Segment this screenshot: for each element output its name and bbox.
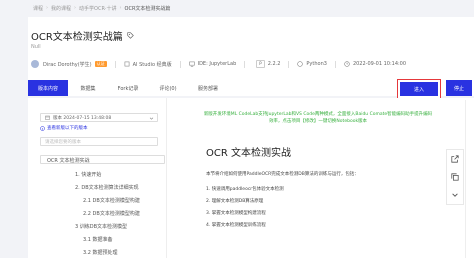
project-header: OCR文本检测实战篇 Null Dirac Dorothy(学生) 认证 AI … (28, 17, 474, 80)
copy-icon[interactable] (451, 173, 459, 181)
info-icon (40, 125, 45, 131)
env-info: AI Studio 经典版 (124, 61, 172, 68)
monitor-icon (188, 61, 195, 67)
breadcrumb-current: OCR文本检测实战篇 (124, 5, 171, 12)
breadcrumb-separator: › (46, 5, 49, 11)
chevron-down-icon[interactable] (451, 191, 459, 199)
doc-list-item: 1. 快速调用paddleocr包体验文本检测 (206, 187, 284, 192)
doc-intro: 本节将介绍如何使用PaddleOCR完成文本检测DB算法的训练与运行，包括： (206, 172, 359, 177)
stop-button[interactable]: 停止 (446, 80, 472, 96)
breadcrumb: 课程 › 我的课程 › 动手学OCR·十讲 › OCR文本检测实战篇 (0, 0, 474, 16)
ide-label: IDE: JupyterLab (197, 61, 237, 67)
right-strip (465, 100, 474, 258)
view-old-label: 查看新版以下的版本 (47, 126, 88, 131)
breadcrumb-item[interactable]: 课程 (33, 5, 43, 12)
date-label: 2022-09-01 10:14:00 (352, 61, 407, 67)
notice-line: 新版开发环境ML CodeLab支持JupyterLab和VS Code两种模式… (203, 112, 433, 117)
version-time: 版本 2024-07-15 13:48:08 (53, 115, 112, 121)
breadcrumb-item[interactable]: 动手学OCR·十讲 (79, 5, 117, 12)
project-subtitle: Null (31, 44, 41, 50)
cube-icon (124, 61, 130, 67)
floating-toolbar (446, 149, 464, 205)
toc-item[interactable]: OCR 文本检测实战 (47, 157, 90, 164)
enter-button[interactable]: 进入 (400, 82, 438, 96)
toc-item[interactable]: 3 训练DB文本检测模型 (75, 223, 127, 230)
doc-title: OCR 文本检测实战 (206, 148, 291, 159)
doc-list-item: 4. 掌握文本检测模型训练流程 (206, 223, 266, 228)
python-info: Python3 (297, 61, 327, 67)
author-name[interactable]: Dirac Dorothy(学生) (43, 61, 92, 68)
doc-list-item: 2. 理解文本检测DB算法原理 (206, 199, 264, 204)
toc-item[interactable]: 3.1 数据准备 (83, 236, 113, 243)
paddle-version: P 2.2.2 (253, 60, 280, 68)
version-search-input[interactable]: 请选择您要的版本 (40, 137, 158, 146)
project-title: OCR文本检测实战篇 (31, 32, 123, 43)
chevron-down-icon (149, 116, 154, 121)
toc-item[interactable]: 2. DB文本检测算法详细实现 (75, 184, 139, 191)
tag-icon[interactable] (127, 32, 134, 39)
date-info: 2022-09-01 10:14:00 (344, 61, 406, 67)
sidebar: 版本 2024-07-15 13:48:08 查看新版以下的版本 请选择您要的版… (31, 98, 167, 258)
env-label: AI Studio 经典版 (132, 61, 172, 68)
divider (288, 60, 290, 68)
status-badge: 认证 (94, 61, 107, 67)
notice-line: 效率，点击项目【修改】一键切换Notebook版本 (268, 119, 368, 124)
view-old-versions-link[interactable]: 查看新版以下的版本 (40, 125, 88, 131)
toc-item[interactable]: 2.1 DB文本检测模型构建 (83, 197, 140, 204)
toc-item[interactable]: 2.2 DB文本检测模型构建 (83, 210, 140, 217)
notebook-content: 新版开发环境ML CodeLab支持JupyterLab和VS Code两种模式… (168, 98, 474, 258)
notice-banner: 新版开发环境ML CodeLab支持JupyterLab和VS Code两种模式… (186, 111, 450, 125)
tab-fork-records[interactable]: Fork记录 (108, 80, 148, 96)
tab-version-content[interactable]: 版本内容 (28, 80, 68, 96)
enter-button-highlight: 进入 (397, 79, 441, 99)
divider (179, 60, 181, 68)
ide-info: IDE: JupyterLab (188, 61, 237, 67)
version-select[interactable]: 版本 2024-07-15 13:48:08 (40, 113, 158, 122)
version-tag-icon: P (256, 60, 265, 68)
breadcrumb-separator: › (119, 5, 122, 11)
calendar-icon (45, 115, 50, 120)
share-icon[interactable] (451, 155, 459, 163)
avatar[interactable] (31, 60, 39, 68)
divider (334, 60, 336, 68)
divider (114, 60, 116, 68)
content-panel: 版本 2024-07-15 13:48:08 查看新版以下的版本 请选择您要的版… (28, 98, 474, 258)
tab-comments[interactable]: 评论(0) (148, 80, 188, 96)
tab-deployment[interactable]: 服务部署 (188, 80, 228, 96)
doc-list-item: 3. 掌握文本检测模型构建流程 (206, 211, 266, 216)
paddle-version-label: 2.2.2 (267, 61, 281, 67)
clock-icon (344, 61, 350, 67)
project-meta: Dirac Dorothy(学生) 认证 AI Studio 经典版 IDE: … (31, 60, 406, 68)
tab-dataset[interactable]: 数据集 (68, 80, 108, 96)
python-label: Python3 (306, 61, 327, 67)
divider (244, 60, 246, 68)
breadcrumb-item[interactable]: 我的课程 (51, 5, 71, 12)
toc-item[interactable]: 1. 快速开始 (75, 171, 101, 178)
breadcrumb-separator: › (74, 5, 77, 11)
python-icon (297, 61, 304, 67)
toc-item[interactable]: 3.2 数据预处理 (83, 249, 118, 256)
